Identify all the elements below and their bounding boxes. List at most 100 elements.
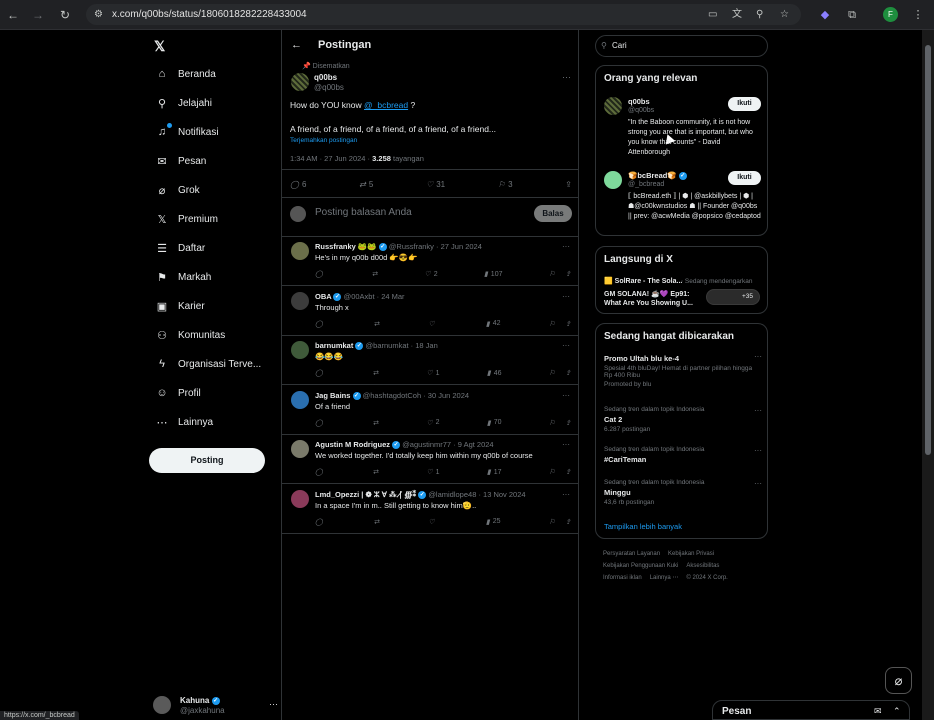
install-icon[interactable]: ▭ xyxy=(708,4,717,25)
reply-avatar[interactable] xyxy=(291,489,309,508)
person-avatar[interactable] xyxy=(604,171,622,189)
like-action[interactable]: ♡ 1 xyxy=(426,369,439,378)
reply-action[interactable]: ◯ xyxy=(315,270,326,278)
sidebar-item-pesan[interactable]: ✉ Pesan xyxy=(154,152,206,170)
live-card[interactable]: Langsung di X 🟨 SolRare - The Sola... ⋅ … xyxy=(595,246,768,314)
tweet-more-icon[interactable]: ··· xyxy=(562,72,571,82)
reply-more-icon[interactable]: ··· xyxy=(562,292,570,301)
share-icon[interactable]: ⇪ xyxy=(565,180,572,189)
more-icon[interactable]: ··· xyxy=(269,699,278,709)
trend-more-icon[interactable]: ··· xyxy=(754,406,762,415)
footer-link[interactable]: Lainnya ⋯ xyxy=(650,572,679,584)
reply-avatar[interactable] xyxy=(291,341,309,359)
bookmark-icon[interactable]: ⚐ xyxy=(549,518,555,526)
reply-tweet[interactable]: Jag Bains ✓ @hashtagdotCoh · 30 Jun 2024… xyxy=(282,386,579,435)
account-switcher[interactable]: Kahuna ✓ @jaxkahuna ··· xyxy=(153,692,278,716)
bookmark-action[interactable]: ⚐ 3 xyxy=(498,180,513,189)
translate-link[interactable]: Terjemahkan postingan xyxy=(290,137,357,144)
mention-link[interactable]: @_bcbread xyxy=(364,100,408,110)
follow-button[interactable]: Ikuti xyxy=(728,171,761,185)
x-logo[interactable]: 𝕏 xyxy=(154,38,165,55)
relevant-person[interactable]: q00bs @q00bs Ikuti "In the Baboon commun… xyxy=(604,97,762,157)
reply-author[interactable]: Russfranky 🐸🐸 xyxy=(315,242,377,251)
reply-tweet[interactable]: Agustin M Rodriguez ✓ @agustinmr77 · 9 A… xyxy=(282,435,579,484)
back-icon[interactable]: ← xyxy=(4,6,22,24)
sidebar-item-premium[interactable]: 𝕏 Premium xyxy=(154,210,218,228)
bookmark-icon[interactable]: ⚐ xyxy=(549,270,555,278)
zoom-icon[interactable]: ⚲ xyxy=(756,4,763,25)
footer-link[interactable]: Aksesibilitas xyxy=(686,560,719,572)
trend-more-icon[interactable]: ··· xyxy=(754,479,762,488)
reply-action[interactable]: ◯ xyxy=(315,419,326,427)
reply-author[interactable]: OBA xyxy=(315,292,331,301)
back-arrow-icon[interactable]: ← xyxy=(291,39,302,51)
reply-author[interactable]: Jag Bains xyxy=(315,391,350,400)
share-icon[interactable]: ⇪ xyxy=(565,468,571,476)
bookmark-star-icon[interactable]: ☆ xyxy=(780,4,789,25)
reply-avatar[interactable] xyxy=(291,291,309,310)
share-icon[interactable]: ⇪ xyxy=(565,270,571,278)
trend-item[interactable]: Sedang tren dalam topik Indonesia #CariTe… xyxy=(604,446,762,464)
sidebar-item-lainnya[interactable]: ⋯ Lainnya xyxy=(154,413,214,431)
like-action[interactable]: ♡ 31 xyxy=(426,180,445,189)
scroll-thumb[interactable] xyxy=(925,45,931,455)
new-message-icon[interactable]: ✉ xyxy=(874,706,882,717)
repost-icon[interactable]: ⇄ xyxy=(373,419,379,427)
tweet-timestamp[interactable]: 1:34 AM · 27 Jun 2024 · xyxy=(290,154,372,163)
reply-more-icon[interactable]: ··· xyxy=(562,341,570,350)
sidebar-item-komunitas[interactable]: ⚇ Komunitas xyxy=(154,326,225,344)
person-name[interactable]: 🍞bcBread🍞 xyxy=(628,171,677,180)
sidebar-item-karier[interactable]: ▣ Karier xyxy=(154,297,205,315)
reply-tweet[interactable]: OBA ✓ @00Axbt · 24 Mar Through x ··· ◯ ⇄ ♡ ▮ 42… xyxy=(282,287,579,336)
sidebar-item-notifikasi[interactable]: ♫ Notifikasi xyxy=(154,123,219,141)
views-action[interactable]: ▮ 107 xyxy=(484,270,503,279)
reply-more-icon[interactable]: ··· xyxy=(562,391,570,400)
show-more-link[interactable]: Tampilkan lebih banyak xyxy=(604,522,682,531)
bookmark-icon[interactable]: ⚐ xyxy=(549,468,555,476)
bookmark-icon[interactable]: ⚐ xyxy=(549,320,555,328)
sidebar-item-jelajahi[interactable]: ⚲ Jelajahi xyxy=(154,94,212,112)
views-action[interactable]: ▮ 46 xyxy=(487,369,502,378)
repost-icon[interactable]: ⇄ xyxy=(374,518,380,526)
share-icon[interactable]: ⇪ xyxy=(565,369,571,377)
reply-avatar[interactable] xyxy=(291,390,309,409)
views-action[interactable]: ▮ 70 xyxy=(487,419,502,427)
like-action[interactable]: ♡ xyxy=(428,320,437,328)
reply-action[interactable]: ◯ xyxy=(315,518,326,526)
reply-author[interactable]: Agustin M Rodriguez xyxy=(315,440,390,449)
extension-icon[interactable]: ◆ xyxy=(816,6,834,24)
reply-avatar[interactable] xyxy=(291,440,309,458)
repost-icon[interactable]: ⇄ xyxy=(374,320,380,328)
like-action[interactable]: ♡ xyxy=(428,518,437,526)
extensions-puzzle-icon[interactable]: ⧉ xyxy=(843,6,861,24)
reply-more-icon[interactable]: ··· xyxy=(562,440,570,449)
repost-icon[interactable]: ⇄ xyxy=(372,270,378,278)
share-icon[interactable]: ⇪ xyxy=(565,518,571,526)
bookmark-icon[interactable]: ⚐ xyxy=(549,419,555,427)
like-action[interactable]: ♡ 1 xyxy=(426,468,439,477)
trend-item[interactable]: Promo Ultah blu ke-4 Spesial 4th bluDay! … xyxy=(604,352,762,388)
views-action[interactable]: ▮ 17 xyxy=(487,468,502,477)
views-action[interactable]: ▮ 42 xyxy=(486,320,501,328)
reply-avatar[interactable] xyxy=(291,242,309,260)
sidebar-item-profil[interactable]: ☺ Profil xyxy=(154,384,200,402)
profile-avatar[interactable]: F xyxy=(883,7,898,22)
views-action[interactable]: ▮ 25 xyxy=(486,518,501,526)
repost-icon[interactable]: ⇄ xyxy=(373,468,379,476)
footer-link[interactable]: Kebijakan Penggunaan Kuki xyxy=(603,560,678,572)
reply-action[interactable]: ◯ xyxy=(315,468,326,476)
trend-item[interactable]: Sedang tren dalam topik Indonesia Minggu 4… xyxy=(604,479,762,506)
person-name[interactable]: q00bs xyxy=(628,97,650,106)
person-avatar[interactable] xyxy=(604,97,622,115)
sidebar-item-markah[interactable]: ⚑ Markah xyxy=(154,268,211,286)
forward-icon[interactable]: → xyxy=(29,6,47,24)
repost-icon[interactable]: ⇄ xyxy=(373,369,379,377)
sidebar-item-grok[interactable]: ⌀ Grok xyxy=(154,181,200,199)
like-action[interactable]: ♡ 2 xyxy=(426,419,439,427)
tweet-author-handle[interactable]: @q00bs xyxy=(314,83,344,92)
reply-more-icon[interactable]: ··· xyxy=(562,490,570,499)
reply-tweet[interactable]: barnumkat ✓ @barnumkat · 18 Jan 😂😂😂 ··· ◯ ⇄ ♡… xyxy=(282,336,579,385)
reply-tweet[interactable]: Lmd_Opezzi | ❁ ⵣ ∀ ⁂ ∤ ∰⁑ ✓ @lamidlope48… xyxy=(282,485,579,534)
like-action[interactable]: ♡ 2 xyxy=(424,270,437,279)
post-button[interactable]: Posting xyxy=(149,448,265,473)
